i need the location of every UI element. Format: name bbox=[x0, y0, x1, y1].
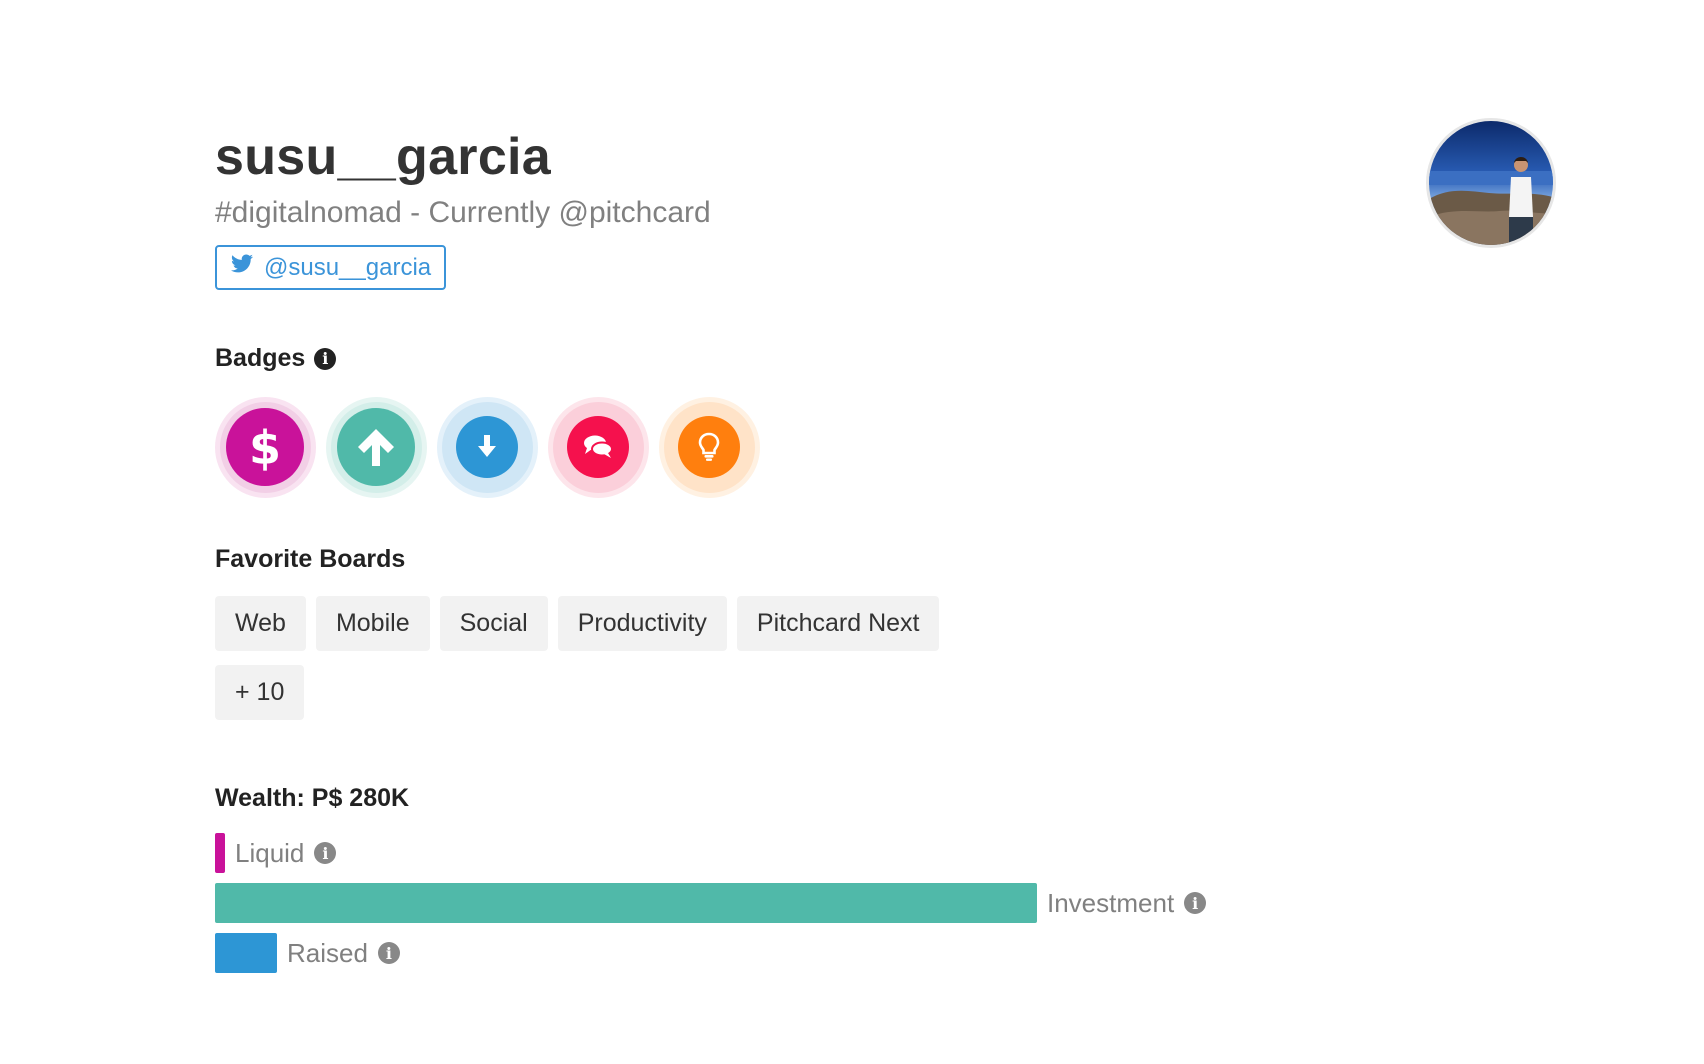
profile-page: susu__garcia #digitalnomad - Currently @… bbox=[0, 0, 1704, 1064]
avatar[interactable] bbox=[1426, 118, 1556, 248]
twitter-bird-icon bbox=[230, 252, 254, 283]
wealth-label-investment: Investment bbox=[1047, 887, 1175, 918]
info-circle-icon[interactable]: i bbox=[1184, 892, 1207, 914]
dollar-icon: $ bbox=[226, 408, 305, 487]
badge-download[interactable] bbox=[437, 397, 538, 498]
badge-idea[interactable] bbox=[659, 397, 760, 498]
info-circle-icon[interactable]: i bbox=[314, 842, 337, 864]
badges-list: $ bbox=[215, 397, 1315, 498]
arrow-down-circle-icon bbox=[456, 416, 519, 479]
board-chip-social[interactable]: Social bbox=[439, 596, 548, 651]
twitter-link-button[interactable]: @susu__garcia bbox=[215, 245, 447, 290]
wealth-bar-liquid bbox=[215, 833, 225, 873]
comments-icon bbox=[567, 416, 630, 479]
badge-dollar[interactable]: $ bbox=[215, 397, 316, 498]
profile-bio: #digitalnomad - Currently @pitchcard bbox=[215, 196, 711, 229]
wealth-label-liquid: Liquid bbox=[235, 837, 305, 868]
badges-heading: Badges i bbox=[215, 344, 1315, 373]
arrow-up-icon bbox=[337, 408, 416, 487]
board-chip-web[interactable]: Web bbox=[215, 596, 306, 651]
info-circle-icon[interactable]: i bbox=[314, 347, 337, 370]
profile-content: susu__garcia #digitalnomad - Currently @… bbox=[215, 125, 1315, 983]
wealth-row-investment: Investment i bbox=[215, 883, 1315, 923]
board-chip-mobile[interactable]: Mobile bbox=[315, 596, 430, 651]
badge-upvote[interactable] bbox=[326, 397, 427, 498]
wealth-bar-investment bbox=[215, 883, 1037, 923]
wealth-row-raised: Raised i bbox=[215, 933, 1315, 973]
favorite-boards-heading: Favorite Boards bbox=[215, 545, 406, 573]
badges-title: Badges bbox=[215, 344, 306, 372]
wealth-heading: Wealth: P$ 280K bbox=[215, 784, 410, 812]
info-circle-icon[interactable]: i bbox=[377, 942, 400, 964]
wealth-bars: Liquid i Investment i Raised i bbox=[215, 833, 1315, 973]
badge-comments[interactable] bbox=[548, 397, 649, 498]
wealth-row-liquid: Liquid i bbox=[215, 833, 1315, 873]
profile-username: susu__garcia bbox=[215, 128, 552, 186]
favorite-boards-list: Web Mobile Social Productivity Pitchcard… bbox=[215, 596, 975, 720]
twitter-handle: @susu__garcia bbox=[264, 253, 432, 281]
svg-text:$: $ bbox=[249, 422, 281, 472]
lightbulb-icon bbox=[678, 416, 741, 479]
wealth-bar-raised bbox=[215, 933, 277, 973]
board-chip-productivity[interactable]: Productivity bbox=[557, 596, 727, 651]
wealth-label-raised: Raised bbox=[287, 937, 368, 968]
board-chip-pitchcard-next[interactable]: Pitchcard Next bbox=[736, 596, 940, 651]
more-boards-button[interactable]: + 10 bbox=[215, 665, 305, 720]
